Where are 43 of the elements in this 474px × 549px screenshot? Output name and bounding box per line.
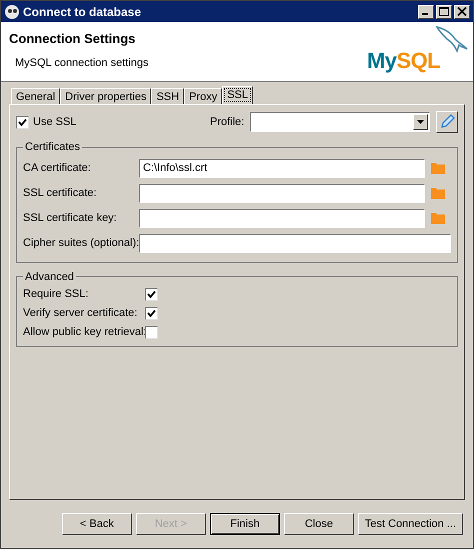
dialog-button[interactable]: Test Connection ... [358,513,463,535]
dialog-button[interactable]: Close [284,513,354,535]
app-icon [4,4,20,20]
dialog-button[interactable]: < Back [62,513,132,535]
field-label: CA certificate: [23,160,92,176]
checkbox[interactable] [145,307,158,320]
field-label: Cipher suites (optional): [23,236,139,251]
checkbox[interactable] [145,288,158,301]
tab[interactable]: SSH [151,88,184,104]
header-subtitle: MySQL connection settings [14,56,150,70]
tab[interactable]: General [11,88,60,104]
tab[interactable]: Proxy [184,88,222,104]
group-title: Certificates [24,140,82,155]
dialog-button[interactable]: Finish [210,513,280,535]
close-button[interactable] [454,4,470,18]
input-field[interactable] [139,208,425,228]
maximize-icon [439,7,449,16]
maximize-button[interactable] [436,4,452,18]
caret-icon [417,120,424,124]
group-title: Advanced [24,270,75,284]
field-label: SSL certificate: [23,186,98,201]
dropdown-button[interactable] [413,114,428,130]
edit-profile-button[interactable] [436,111,458,133]
input-field[interactable]: C:\Info\ssl.crt [139,158,425,178]
window-title: Connect to database [23,4,142,20]
option-label: Allow public key retrieval: [23,325,145,340]
tab[interactable]: Driver properties [60,88,152,104]
profile-dropdown[interactable] [250,112,430,132]
input-field[interactable] [139,234,451,252]
option-label: Verify server certificate: [23,306,138,322]
tab[interactable]: SSL [222,86,253,104]
checkbox[interactable] [16,116,29,128]
logo-text: MySQL [367,48,440,73]
profile-label: Profile: [210,114,244,130]
field-label: SSL certificate key: [23,210,118,226]
checkbox[interactable] [145,326,158,339]
pencil-icon [439,114,455,130]
minimize-button[interactable] [418,4,434,18]
close-icon [457,7,467,16]
use-ssl-label: Use SSL [33,114,76,130]
header-title: Connection Settings [9,30,136,48]
input-field[interactable] [139,184,425,202]
option-label: Require SSL: [23,287,90,302]
